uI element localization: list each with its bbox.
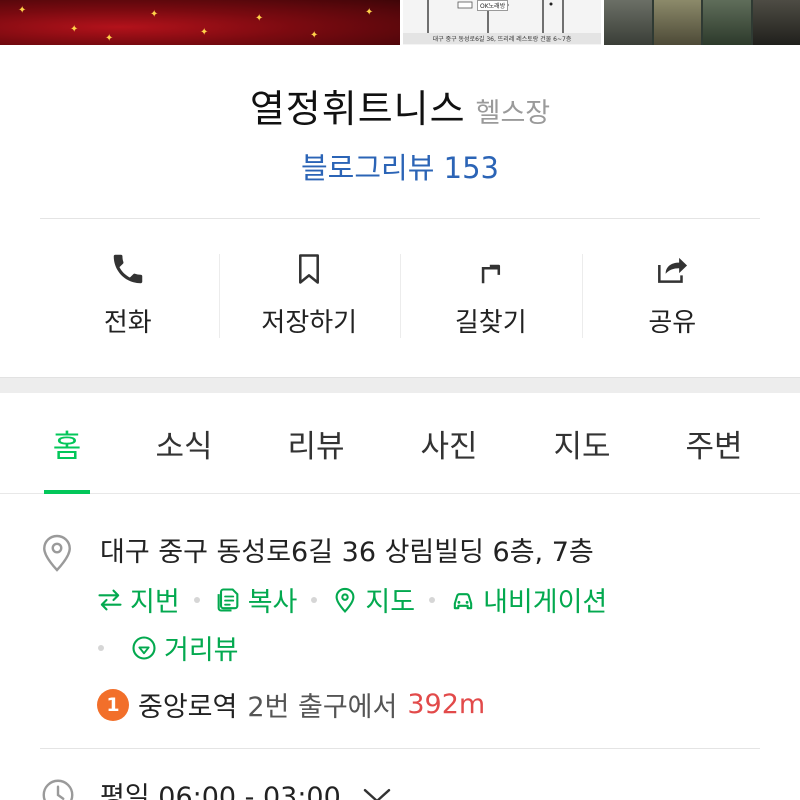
tab-map[interactable]: 지도 (544, 393, 620, 494)
clock-icon (42, 779, 74, 800)
tab-reviews[interactable]: 리뷰 (278, 393, 354, 494)
subway-line-badge: 1 (97, 688, 129, 721)
section-separator (0, 377, 800, 393)
chevron-down-icon[interactable] (359, 777, 395, 800)
business-hours-row[interactable]: 평일 06:00 - 03:00 (40, 775, 395, 800)
sparkle-decoration: ✦ (18, 5, 27, 16)
jibun-toggle-button[interactable]: 지번 (96, 580, 180, 619)
map-link-button[interactable]: 지도 (331, 580, 415, 619)
tab-photos[interactable]: 사진 (411, 393, 487, 494)
place-category: 헬스장 (475, 98, 551, 129)
share-button[interactable]: 공유 (581, 240, 764, 350)
gym-photo-tile (653, 0, 701, 45)
gym-photo-tile (604, 0, 652, 45)
separator-dot (193, 596, 200, 603)
photo-thumbnail-3[interactable] (604, 0, 800, 45)
street-view-button[interactable]: 거리뷰 (130, 628, 239, 667)
review-row: 블로그리뷰 153 (0, 145, 800, 187)
photo-thumbnail-1[interactable]: ✦ ✦ ✦ ✦ ✦ ✦ ✦ ✦ (0, 0, 400, 45)
separator-dot (98, 644, 104, 651)
sparkle-decoration: ✦ (200, 27, 209, 38)
sparkle-decoration: ✦ (105, 33, 114, 44)
directions-label: 길찾기 (454, 308, 527, 338)
blog-review-link[interactable]: 블로그리뷰 153 (301, 151, 499, 185)
gym-photo-tile (752, 0, 800, 45)
call-button[interactable]: 전화 (37, 240, 219, 350)
address-text: 대구 중구 동성로6길 36 상림빌딩 6층, 7층 (100, 537, 594, 568)
sparkle-decoration: ✦ (70, 24, 79, 35)
map-caption: 대구 중구 동성로6길 36, 뜨리레 레스토랑 건물 6~7층 (403, 33, 601, 44)
tab-nearby[interactable]: 주변 (676, 393, 752, 494)
sparkle-decoration: ✦ (255, 13, 264, 24)
tab-bar: 홈 소식 리뷰 사진 지도 주변 (0, 393, 800, 494)
sparkle-decoration: ✦ (310, 30, 319, 41)
map-landmark-label: OK노래방 (477, 0, 509, 11)
subway-station-name: 중앙로역 (138, 692, 238, 723)
car-navigation-icon (453, 592, 473, 609)
street-view-icon (132, 635, 156, 660)
separator-dot (429, 596, 436, 603)
bookmark-icon (299, 254, 320, 284)
swap-icon (98, 589, 122, 610)
share-label: 공유 (648, 308, 697, 338)
gym-photo-tile (703, 0, 751, 45)
business-hours-text: 평일 06:00 - 03:00 (100, 782, 341, 800)
tab-news[interactable]: 소식 (146, 393, 222, 494)
copy-address-button[interactable]: 복사 (214, 580, 298, 619)
location-pin-icon (43, 534, 71, 572)
action-bar: 전화 저장하기 길찾기 공유 (37, 240, 763, 350)
directions-icon (481, 264, 500, 284)
tab-home[interactable]: 홈 (34, 393, 100, 494)
divider (40, 218, 760, 219)
jibun-label: 지번 (130, 587, 180, 618)
phone-icon (113, 254, 142, 284)
place-name: 열정휘트니스 (249, 87, 466, 131)
copy-icon (217, 587, 239, 612)
separator-dot (311, 596, 318, 603)
save-button[interactable]: 저장하기 (218, 240, 401, 350)
photo-thumbnail-2[interactable]: OK노래방 대구 중구 동성로6길 36, 뜨리레 레스토랑 건물 6~7층 (403, 0, 601, 45)
navigation-button[interactable]: 내비게이션 (449, 580, 607, 619)
sparkle-decoration: ✦ (150, 9, 159, 20)
place-title-row: 열정휘트니스 헬스장 (0, 78, 800, 133)
street-view-label: 거리뷰 (164, 635, 239, 666)
call-label: 전화 (103, 308, 152, 338)
subway-info: 1 중앙로역 2번 출구에서 392m (97, 685, 485, 724)
copy-label: 복사 (247, 587, 298, 618)
map-pin-icon (335, 587, 355, 613)
subway-exit-text: 2번 출구에서 (247, 692, 398, 723)
save-label: 저장하기 (261, 308, 358, 338)
divider (40, 748, 760, 749)
photo-strip[interactable]: ✦ ✦ ✦ ✦ ✦ ✦ ✦ ✦ OK노래방 대구 중구 동성로6길 36, 뜨리… (0, 0, 800, 45)
share-icon (658, 257, 688, 283)
address-links-row: 지번 복사 지도 내비게이션 (96, 580, 607, 619)
subway-distance: 392m (407, 689, 486, 720)
street-view-row: 거리뷰 (96, 628, 239, 667)
sparkle-decoration: ✦ (365, 7, 374, 18)
directions-button[interactable]: 길찾기 (400, 240, 582, 350)
navigation-label: 내비게이션 (483, 587, 608, 618)
map-link-label: 지도 (365, 587, 416, 618)
